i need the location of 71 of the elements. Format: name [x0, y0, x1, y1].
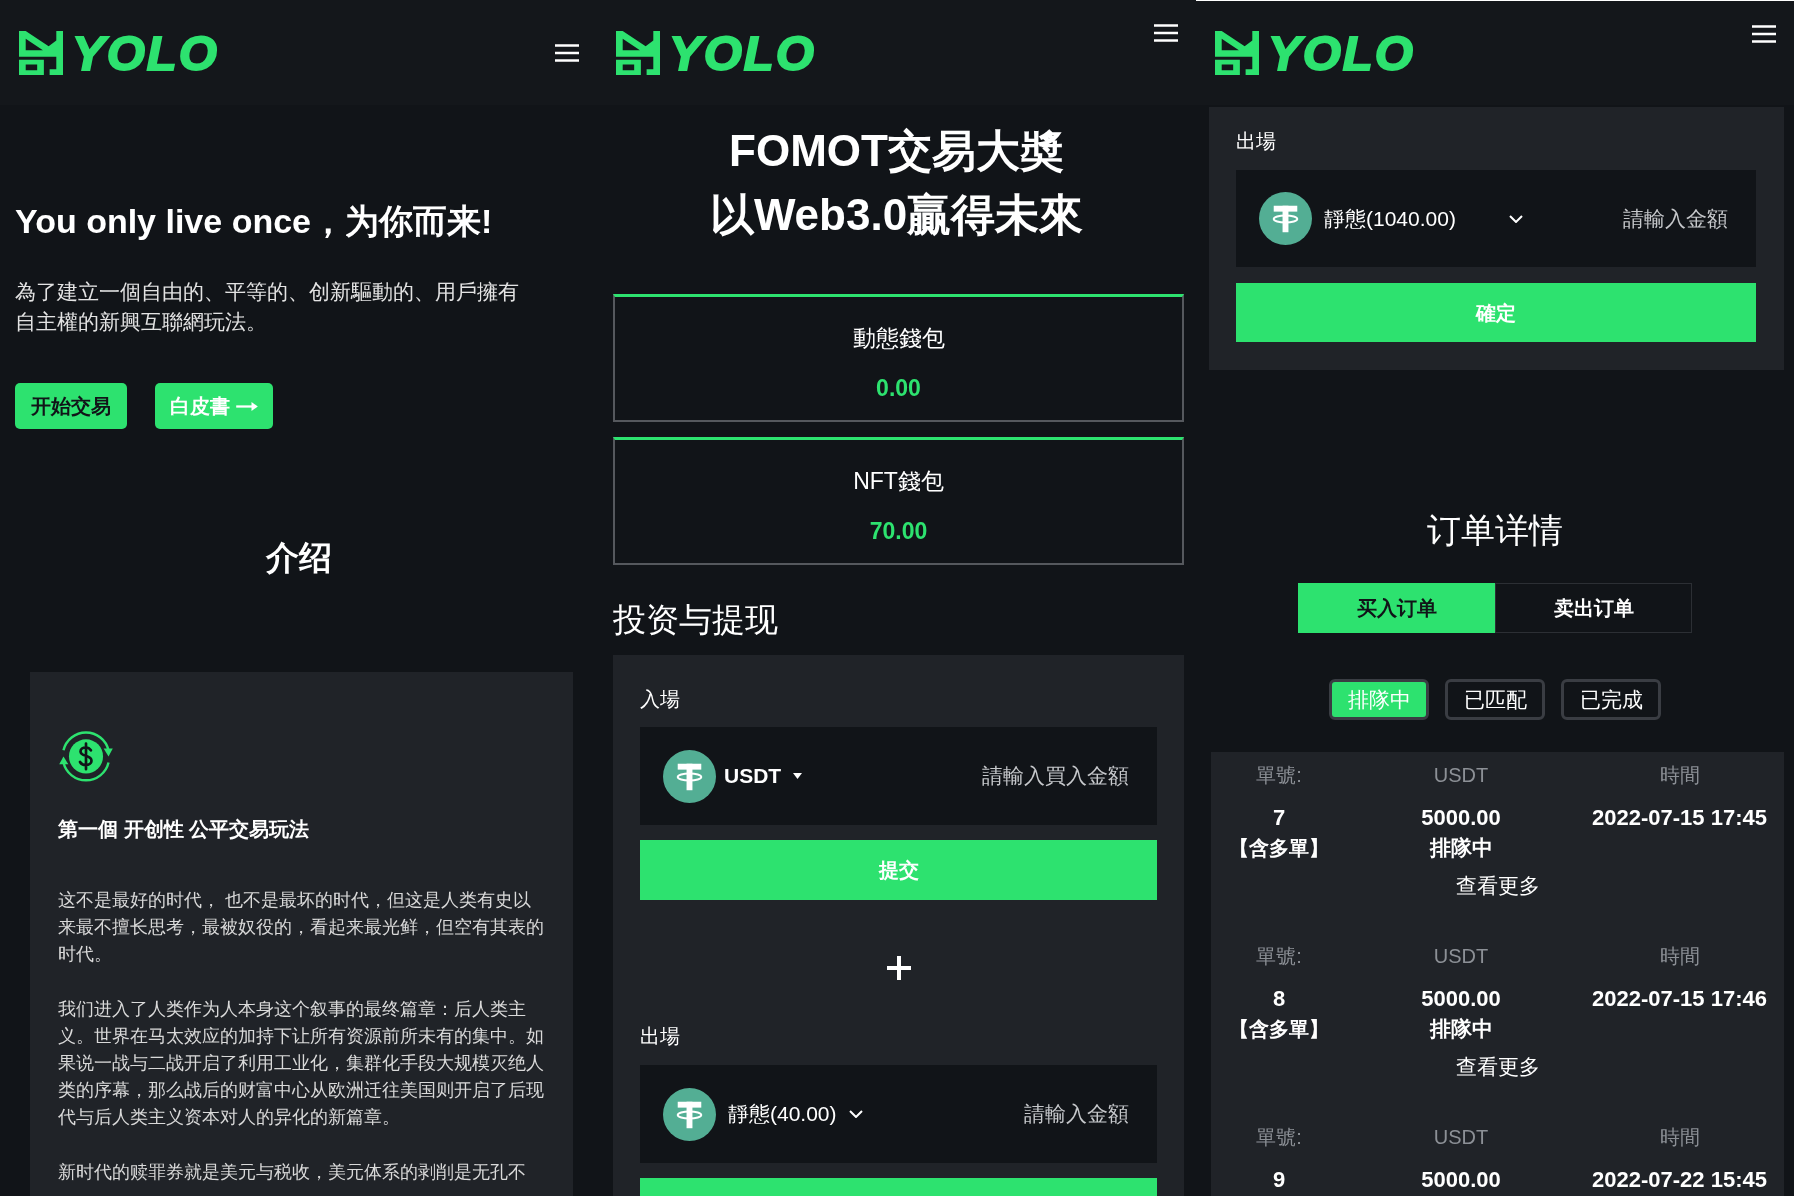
- wallet-balance: 70.00: [869, 517, 928, 546]
- section-title: 介绍: [265, 538, 332, 578]
- order-status: 排隊中: [1429, 835, 1493, 861]
- status-filter[interactable]: 已匹配: [1445, 679, 1545, 720]
- order-time: 2022-07-22 15:45: [1592, 1166, 1767, 1194]
- status-filter[interactable]: 已完成: [1561, 679, 1661, 720]
- column-label: USDT: [1433, 1125, 1489, 1150]
- order-tag: 【含多單】: [1229, 833, 1329, 863]
- column-label: 單號:: [1256, 1125, 1302, 1150]
- promo-title: 以Web3.0贏得未來: [709, 189, 1084, 241]
- order-amount: 5000.00: [1421, 1166, 1501, 1194]
- menu-icon[interactable]: [555, 43, 579, 62]
- dollar-cycle-icon: [58, 730, 114, 784]
- exit-label: 出場: [640, 1024, 681, 1049]
- feature-paragraph: 我们进入了人类作为人本身这个叙事的最终篇章：后人类主义。世界在马太效应的加持下让所有资源前所未有的集中。如果说一战与二战开启了利用工业化，集群化手段大规模灭绝人类的序幕，那么战后的财富中心从欧洲迁往美国则开启了后现代与后人类主义资本对人的异化的新篇章。: [58, 998, 545, 1129]
- column-label: 單號:: [1256, 944, 1302, 969]
- feature-paragraph: 这不是最好的时代， 也不是最坏的时代，但这是人类有史以来最不擅长思考，最被奴役的，看起来最光鲜，但空有其表的时代。: [58, 889, 545, 966]
- hero-text: 為了建立一個自由的、平等的、创新驅動的、用戶擁有自主權的新興互聯網玩法。: [15, 279, 520, 335]
- token-select[interactable]: 靜態(40.00): [663, 1087, 863, 1141]
- order-status: 排隊中: [1429, 1016, 1493, 1042]
- column-label: USDT: [1433, 944, 1489, 969]
- column-label: 時間: [1659, 1125, 1700, 1150]
- arrow-right-icon: [236, 401, 258, 411]
- order-tag: 【含多單】: [1229, 1014, 1329, 1044]
- order-time: 2022-07-15 17:45: [1592, 804, 1767, 832]
- wallet-balance: 0.00: [876, 374, 921, 403]
- order-number: 8: [1272, 985, 1286, 1013]
- logo-mark-icon: [18, 30, 64, 75]
- logo-mark-icon: [1214, 31, 1260, 75]
- menu-icon[interactable]: [1154, 24, 1178, 42]
- section-title: 订单详情: [1427, 510, 1563, 551]
- logo-mark-icon: [615, 30, 661, 75]
- order-number: 9: [1272, 1166, 1286, 1194]
- order-amount: 5000.00: [1421, 804, 1501, 832]
- column-label: USDT: [1433, 763, 1489, 788]
- entry-label: 入場: [640, 687, 681, 712]
- column-label: 單號:: [1256, 763, 1302, 788]
- token-select[interactable]: 靜態(1040.00): [1259, 192, 1523, 245]
- column-label: 時間: [1659, 763, 1700, 788]
- caret-down-icon: [793, 773, 803, 779]
- coin-icon: [663, 749, 716, 803]
- column-label: 時間: [1659, 944, 1700, 969]
- logo-text: YOLO: [669, 30, 816, 75]
- feature-title: 第一個 开创性 公平交易玩法: [58, 817, 310, 842]
- amount-field[interactable]: 請輸入金額: [1535, 204, 1728, 233]
- logo-text: YOLO: [72, 30, 219, 75]
- feature-paragraph: 新时代的赎罪券就是美元与税收，美元体系的剥削是无孔不: [58, 1161, 527, 1184]
- plus-icon: [885, 955, 912, 981]
- view-more-link[interactable]: 查看更多: [1455, 1053, 1540, 1081]
- view-more-link[interactable]: 查看更多: [1455, 872, 1540, 900]
- token-select[interactable]: USDT: [663, 749, 803, 803]
- section-title: 投资与提现: [613, 600, 779, 640]
- order-tab[interactable]: 买入订单: [1298, 583, 1495, 633]
- exit-label: 出場: [1236, 129, 1277, 154]
- amount-field[interactable]: 請輸入買入金額: [814, 762, 1129, 790]
- order-tab[interactable]: 卖出订单: [1495, 583, 1692, 633]
- logo-text: YOLO: [1268, 31, 1415, 75]
- coin-icon: [1259, 192, 1312, 245]
- order-amount: 5000.00: [1421, 985, 1501, 1013]
- wallet-label: 動態錢包: [852, 324, 945, 353]
- promo-title: FOMOT交易大奬: [729, 125, 1064, 177]
- order-time: 2022-07-15 17:46: [1592, 985, 1767, 1013]
- coin-icon: [663, 1087, 716, 1141]
- hero-title: You only live once，为你而来!: [15, 201, 493, 241]
- chevron-down-icon: [1509, 214, 1523, 223]
- chevron-down-icon: [848, 1110, 863, 1118]
- wallet-label: NFT錢包: [853, 467, 944, 496]
- amount-field[interactable]: 請輸入金額: [874, 1100, 1129, 1128]
- start-button[interactable]: 开始交易: [15, 383, 127, 429]
- menu-icon[interactable]: [1752, 25, 1776, 43]
- order-number: 7: [1272, 804, 1286, 832]
